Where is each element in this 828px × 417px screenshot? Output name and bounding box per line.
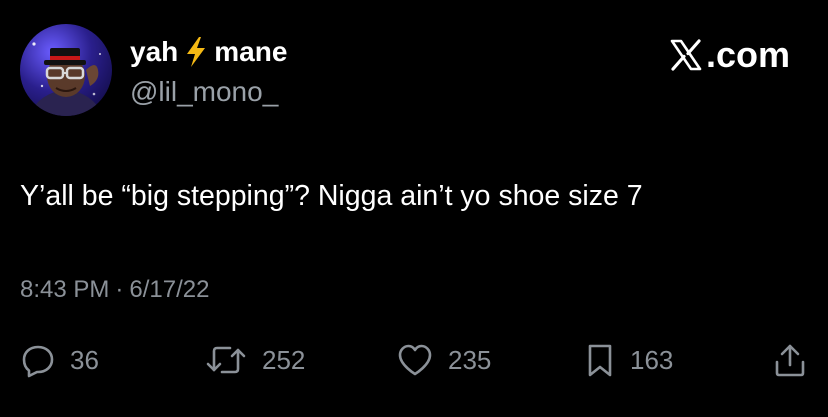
tweet-card: yah mane @lil_mono_ .com Y’all be “big s… (0, 0, 828, 417)
avatar[interactable] (20, 24, 112, 116)
retweet-count: 252 (262, 344, 306, 375)
lightning-bolt-icon (184, 36, 208, 68)
brand-watermark: .com (668, 34, 790, 76)
tweet-timestamp[interactable]: 8:43 PM · 6/17/22 (20, 276, 209, 304)
avatar-image (28, 42, 104, 116)
tweet-text: Y’all be “big stepping”? Nigga ain’t yo … (20, 180, 643, 212)
bookmark-count: 163 (630, 344, 674, 375)
reply-count: 36 (70, 344, 99, 375)
display-name[interactable]: yah mane (130, 34, 287, 70)
retweet-icon (204, 342, 248, 378)
meta-separator: · (115, 276, 124, 303)
x-logo-icon (668, 37, 704, 73)
reply-button[interactable]: 36 (20, 340, 99, 380)
like-count: 235 (448, 344, 492, 375)
reply-icon (20, 342, 56, 378)
brand-text: .com (705, 34, 790, 75)
heart-icon (396, 342, 434, 378)
bookmark-icon (584, 342, 616, 378)
share-button[interactable] (772, 340, 808, 380)
like-button[interactable]: 235 (396, 340, 491, 380)
tweet-date: 6/17/22 (129, 276, 210, 303)
action-bar: 36 252 235 163 (20, 340, 810, 380)
share-icon (772, 342, 808, 378)
display-name-part-2: mane (214, 36, 288, 67)
user-handle[interactable]: @lil_mono_ (130, 76, 278, 108)
display-name-part-1: yah (130, 36, 179, 67)
bookmark-button[interactable]: 163 (584, 340, 673, 380)
tweet-time: 8:43 PM (20, 276, 110, 303)
retweet-button[interactable]: 252 (204, 340, 305, 380)
